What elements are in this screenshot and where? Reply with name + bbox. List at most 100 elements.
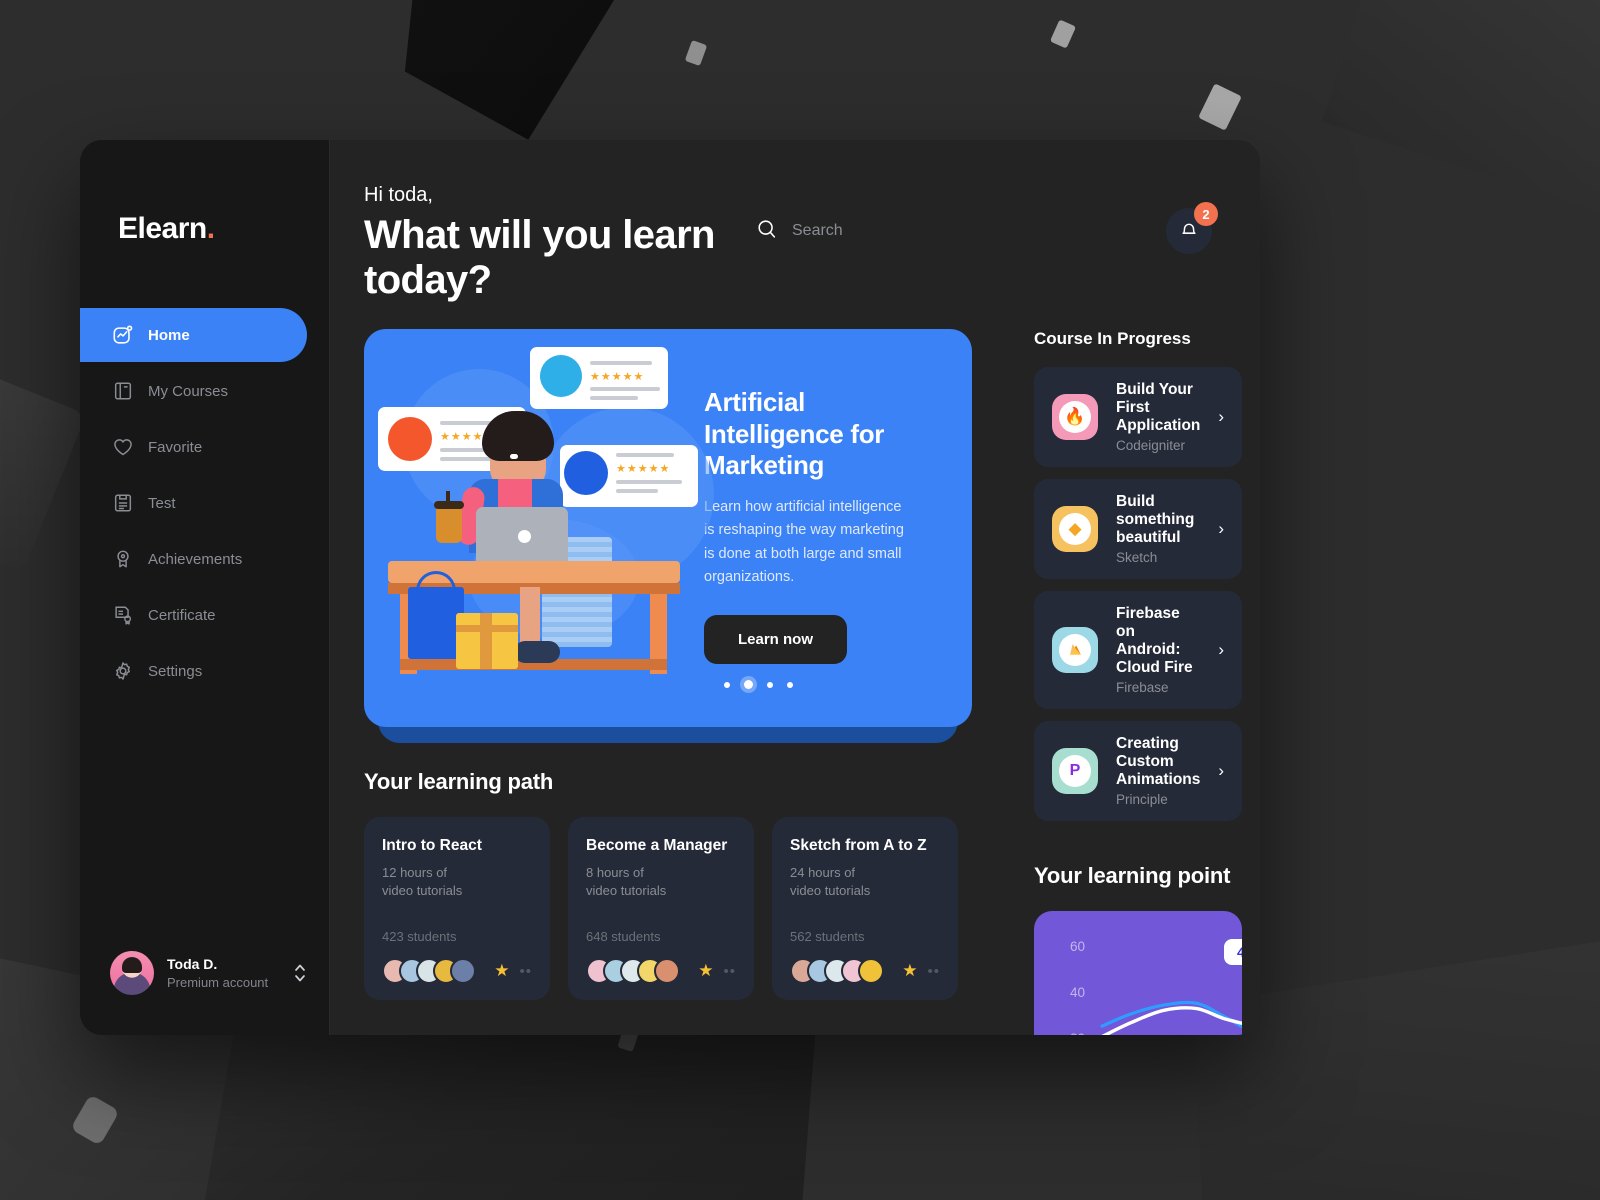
notification-badge: 2 (1194, 202, 1218, 226)
principle-p-icon: P (1052, 748, 1098, 794)
app-window: Elearn. Home My Courses Favorite Test Ac… (80, 140, 1260, 1035)
card-students: 562 students (790, 929, 865, 944)
card-title: Sketch from A to Z (790, 837, 927, 854)
carousel-dot-4[interactable] (787, 681, 793, 688)
sidebar-profile[interactable]: Toda D. Premium account (80, 951, 329, 1035)
person-at-desk-3d-illustration: ★★★★★ ★★★★★ ★★★★★ (364, 329, 714, 727)
sidebar-item-favorite[interactable]: Favorite (80, 420, 307, 474)
search-box[interactable] (756, 218, 1096, 245)
card-footer: ★ •• (790, 958, 940, 984)
star-icon[interactable]: ★ (902, 961, 917, 981)
chevron-right-icon[interactable]: › (1218, 519, 1224, 539)
main-content: Hi toda, What will you learn today? Sear… (330, 140, 1260, 1035)
profile-meta: Premium account (167, 974, 269, 990)
course-in-progress-item[interactable]: Firebase on Android: Cloud Fire Firebase… (1034, 591, 1243, 709)
gear-icon (112, 660, 134, 682)
learning-path-title: Your learning path (364, 769, 554, 794)
learning-point-section: Your learning point 60 40 20 0 Oct Mar J… (1034, 863, 1243, 1035)
chart-tooltip: 42.5 (1224, 939, 1243, 965)
notifications-button[interactable]: 2 (1166, 202, 1218, 254)
chevron-up-down-icon[interactable] (293, 960, 307, 986)
more-dots-icon[interactable]: •• (519, 963, 532, 980)
medal-icon (112, 548, 134, 570)
right-column: Course In Progress 🔥 Build Your First Ap… (1034, 329, 1243, 1035)
home-chart-icon (112, 324, 134, 346)
star-icon[interactable]: ★ (698, 961, 713, 981)
sidebar-item-label: My Courses (148, 382, 229, 400)
sidebar-item-certificate[interactable]: Certificate (80, 588, 307, 642)
sidebar-item-label: Certificate (148, 606, 216, 624)
search-icon (756, 218, 778, 245)
learning-path-card[interactable]: Sketch from A to Z 24 hours of video tut… (772, 817, 958, 1000)
course-in-progress-item[interactable]: P Creating Custom Animations Principle › (1034, 721, 1243, 821)
bg-cube-top-right (1321, 0, 1600, 224)
firebase-flame-icon (1052, 627, 1098, 673)
sidebar-item-label: Settings (148, 662, 203, 680)
star-icon[interactable]: ★ (494, 961, 509, 981)
hero-text-block: Artificial Intelligence for Marketing Le… (704, 329, 972, 727)
course-name: Build Your First Application (1116, 381, 1201, 434)
more-dots-icon[interactable]: •• (927, 963, 940, 980)
learn-now-button[interactable]: Learn now (704, 614, 848, 664)
clipboard-icon (112, 492, 134, 514)
avatar (110, 951, 154, 995)
course-text: Firebase on Android: Cloud Fire Firebase (1116, 605, 1200, 695)
topbar: Hi toda, What will you learn today? Sear… (364, 184, 1218, 303)
bg-diamond-3 (1198, 83, 1242, 131)
student-avatars (586, 958, 680, 984)
card-hours: 8 hours of video tutorials (586, 864, 736, 899)
app-logo[interactable]: Elearn. (80, 140, 329, 246)
learning-path-card[interactable]: Intro to React 12 hours of video tutoria… (364, 817, 550, 1000)
bg-diamond-1 (684, 39, 708, 67)
sidebar-item-home[interactable]: Home (80, 308, 307, 362)
search-and-notifications: 2 (756, 202, 1218, 254)
course-text: Creating Custom Animations Principle (1116, 735, 1200, 807)
sidebar-item-my-courses[interactable]: My Courses (80, 364, 307, 418)
search-input[interactable] (792, 222, 1096, 240)
sidebar-item-settings[interactable]: Settings (80, 644, 307, 698)
sidebar-item-achievements[interactable]: Achievements (80, 532, 307, 586)
card-students: 648 students (586, 929, 661, 944)
sidebar-item-label: Favorite (148, 438, 203, 456)
chevron-right-icon[interactable]: › (1218, 407, 1224, 427)
hero-card[interactable]: ★★★★★ ★★★★★ ★★★★★ Artificial Intelligenc… (364, 329, 972, 727)
learning-point-chart[interactable]: 60 40 20 0 Oct Mar Jul Aug 42.5 (1034, 911, 1243, 1035)
card-footer: ★ •• (586, 958, 736, 984)
student-avatar (858, 958, 884, 984)
bg-cube-mid-left (0, 358, 87, 572)
student-avatars (382, 958, 476, 984)
course-in-progress-item[interactable]: 🔥 Build Your First Application Codeignit… (1034, 367, 1243, 467)
card-hours-line1: 24 hours of (790, 865, 856, 880)
course-name: Creating Custom Animations (1116, 735, 1201, 788)
carousel-dot-1[interactable] (724, 681, 730, 688)
card-hours-line2: video tutorials (586, 882, 667, 898)
heart-icon (112, 436, 134, 458)
left-column: ★★★★★ ★★★★★ ★★★★★ Artificial Intelligenc… (364, 329, 972, 1035)
greeting-text: Hi toda, (364, 184, 433, 206)
logo-text: Elearn (118, 212, 207, 245)
sidebar-item-test[interactable]: Test (80, 476, 307, 530)
course-in-progress-item[interactable]: ◆ Build something beautiful Sketch › (1034, 479, 1243, 579)
course-name: Build something beautiful (1116, 493, 1195, 546)
sidebar-item-label: Home (148, 326, 190, 344)
course-platform: Principle (1116, 792, 1168, 807)
course-platform: Sketch (1116, 550, 1158, 565)
sidebar-item-label: Achievements (148, 550, 243, 568)
card-hours-line1: 8 hours of (586, 865, 644, 880)
course-name: Firebase on Android: Cloud Fire (1116, 605, 1193, 676)
chevron-right-icon[interactable]: › (1218, 761, 1224, 781)
certificate-icon (112, 604, 134, 626)
more-dots-icon[interactable]: •• (723, 963, 736, 980)
profile-text: Toda D. Premium account (167, 955, 268, 991)
carousel-dot-2[interactable] (744, 680, 753, 689)
card-title: Intro to React (382, 837, 482, 854)
bg-diamond-2 (1049, 19, 1077, 49)
student-avatar (654, 958, 680, 984)
learning-path-card[interactable]: Become a Manager 8 hours of video tutori… (568, 817, 754, 1000)
carousel-dot-3[interactable] (767, 681, 773, 688)
course-in-progress-title: Course In Progress (1034, 329, 1191, 348)
sidebar: Elearn. Home My Courses Favorite Test Ac… (80, 140, 330, 1035)
chevron-right-icon[interactable]: › (1218, 640, 1224, 660)
card-footer: ★ •• (382, 958, 532, 984)
card-title: Become a Manager (586, 837, 728, 854)
